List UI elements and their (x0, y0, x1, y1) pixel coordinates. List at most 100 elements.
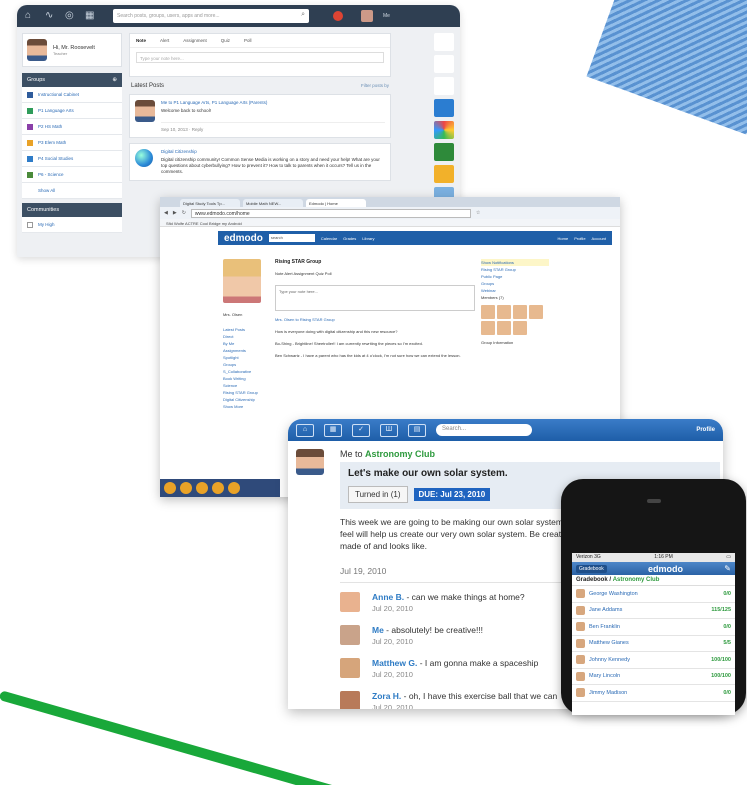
post-recipients[interactable]: Me to Astronomy Club (340, 449, 716, 459)
notification-icon[interactable] (333, 11, 343, 21)
left-nav-item[interactable]: Digital Citizenship (223, 396, 553, 403)
avatar[interactable] (497, 321, 511, 335)
left-nav-item[interactable]: Show More (223, 403, 553, 410)
reply-author[interactable]: Me (372, 625, 384, 635)
avatar[interactable] (340, 592, 360, 612)
note-input[interactable]: Type your note here... (136, 52, 384, 63)
community-item[interactable]: My High (22, 217, 122, 233)
home-icon[interactable]: ⌂ (296, 423, 314, 437)
sidebar-item-group[interactable]: P6 - Science (22, 167, 122, 183)
nav-home[interactable]: Home (558, 236, 569, 241)
avatar[interactable] (513, 321, 527, 335)
note-input[interactable]: Type your note here... (275, 285, 475, 311)
nav-grades[interactable]: Grades (343, 236, 356, 241)
compass-icon[interactable]: ◎ (65, 11, 75, 21)
search-input[interactable]: Search posts, groups, users, apps and mo… (113, 9, 309, 23)
reply-author[interactable]: Matthew G. (372, 658, 417, 668)
tab-assignment[interactable]: Assignment (183, 38, 207, 43)
filter-dropdown[interactable]: Filter posts by (361, 83, 389, 89)
turned-in-button[interactable]: Turned in (1) (348, 486, 408, 503)
wrench-icon[interactable] (434, 55, 454, 73)
reply-author[interactable]: Zora H. (372, 691, 401, 701)
add-group-icon[interactable]: ⊕ (112, 77, 117, 83)
left-nav-item[interactable]: S_Collaborative (223, 368, 553, 375)
gradebook-row[interactable]: Matthew Gianes 5/5 (572, 636, 735, 652)
avatar[interactable] (513, 305, 527, 319)
avatar[interactable] (481, 305, 495, 319)
reply-author[interactable]: Anne B. (372, 592, 404, 602)
calendar-icon[interactable]: ▦ (324, 423, 342, 437)
avatar[interactable] (361, 10, 373, 22)
compose-tabs[interactable]: Note Alert Assignment Quiz Poll (275, 271, 475, 277)
left-nav-item[interactable]: Groups (223, 361, 553, 368)
browser-tab[interactable]: Digital Study Tools Tp... (180, 199, 240, 207)
taskbar-icon[interactable] (180, 482, 192, 494)
nav-library[interactable]: Library (362, 236, 374, 241)
notification-link[interactable]: Show Notifications (481, 259, 549, 266)
app-tile-green[interactable] (434, 143, 454, 161)
calendar-icon[interactable] (434, 33, 454, 51)
gradebook-row[interactable]: George Washington 0/0 (572, 586, 735, 603)
sidebar-item-group[interactable]: P3 Elem Math (22, 135, 122, 151)
avatar[interactable] (340, 625, 360, 645)
library-icon[interactable]: Ш (380, 423, 398, 437)
back-icon[interactable]: ◀ (164, 210, 168, 216)
tab-poll[interactable]: Poll (244, 38, 252, 43)
compose-icon[interactable]: ✎ (724, 564, 731, 573)
profile-card[interactable]: Hi, Mr. Roosevelt Teacher (22, 33, 122, 67)
avatar[interactable] (340, 658, 360, 678)
gradebook-row[interactable]: Johnny Kennedy 100/100 (572, 652, 735, 669)
left-nav-item[interactable]: Rising STAR Group (223, 389, 553, 396)
group-link[interactable]: Rising STAR Group (481, 266, 549, 273)
grid-icon[interactable]: ▦ (85, 11, 95, 21)
avatar[interactable] (340, 691, 360, 709)
sidebar-item-group[interactable]: P2 HS Math (22, 119, 122, 135)
me-menu[interactable]: Me (383, 13, 390, 19)
post-meta[interactable]: Sep 10, 2013 · Reply (161, 122, 385, 132)
left-nav-item[interactable]: Science (223, 382, 553, 389)
search-input[interactable]: Search... (436, 424, 532, 436)
browser-tab-active[interactable]: Edmodo | Home (306, 199, 366, 207)
avatar[interactable] (529, 305, 543, 319)
star-icon[interactable]: ☆ (476, 210, 480, 216)
tab-alert[interactable]: Alert (160, 38, 169, 43)
reload-icon[interactable]: ↻ (182, 210, 186, 216)
grades-icon[interactable]: ✓ (352, 423, 370, 437)
activity-icon[interactable]: ∿ (45, 11, 55, 21)
url-input[interactable]: www.edmodo.com/home (190, 208, 471, 218)
nav-calendar[interactable]: Calendar (321, 236, 337, 241)
webinar-link[interactable]: Webinar (481, 287, 549, 294)
left-nav-item[interactable]: Book Writing (223, 375, 553, 382)
avatar[interactable] (497, 305, 511, 319)
sidebar-item-group[interactable]: Instructional Cabinet (22, 87, 122, 103)
search-input[interactable]: search (268, 234, 315, 242)
gradebook-button[interactable]: Gradebook (576, 564, 607, 573)
sidebar-item-group[interactable]: Show All (22, 183, 122, 199)
home-icon[interactable]: ⌂ (25, 11, 35, 21)
tab-note[interactable]: Note (136, 38, 146, 43)
taskbar-icon[interactable] (212, 482, 224, 494)
public-page-link[interactable]: Public Page (481, 273, 549, 280)
nav-profile[interactable]: Profile (574, 236, 585, 241)
gradebook-row[interactable]: Mary Lincoln 100/100 (572, 669, 735, 685)
post-recipients[interactable]: Me to P1 Language Arts, P1 Language Arts… (161, 100, 385, 105)
sidebar-item-group[interactable]: P4 Social Studies (22, 151, 122, 167)
browser-tab[interactable]: Mobile Math NEW... (243, 199, 303, 207)
gradebook-row[interactable]: Ben Franklin 0/0 (572, 619, 735, 636)
groups-link[interactable]: Groups (481, 280, 549, 287)
sidebar-item-group[interactable]: P1 Language Arts (22, 103, 122, 119)
bookmarks-bar[interactable]: Sfid Wolfe ACTRE Cool Bridge my Android (160, 219, 620, 227)
app-tile-bus[interactable] (434, 165, 454, 183)
taskbar-icon[interactable] (164, 482, 176, 494)
app-tile-calendar[interactable] (434, 99, 454, 117)
tab-quiz[interactable]: Quiz (221, 38, 230, 43)
gradebook-row[interactable]: Jane Addams 115/125 (572, 603, 735, 619)
post-author[interactable]: Digital Citizenship (161, 149, 385, 154)
profile-link[interactable]: Profile (696, 427, 715, 433)
folder-icon[interactable]: ▤ (408, 423, 426, 437)
grid-icon[interactable] (434, 77, 454, 95)
taskbar-icon[interactable] (196, 482, 208, 494)
forward-icon[interactable]: ▶ (173, 210, 177, 216)
feed-header[interactable]: Mrs. Olsen to Rising STAR Group (275, 317, 475, 323)
avatar[interactable] (481, 321, 495, 335)
